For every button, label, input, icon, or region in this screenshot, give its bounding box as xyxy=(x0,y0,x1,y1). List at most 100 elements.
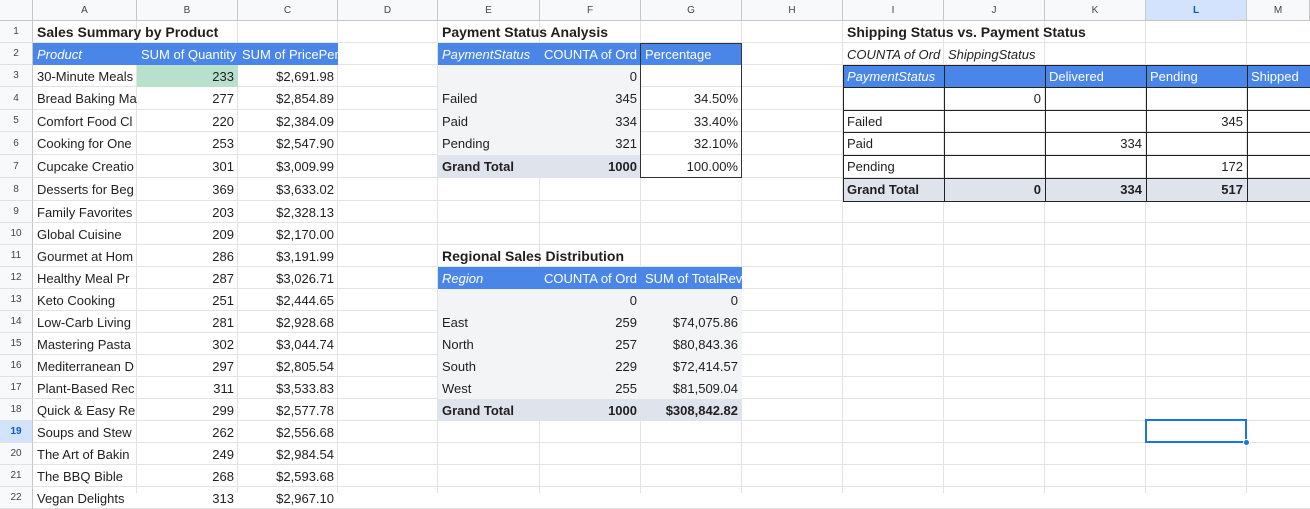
quantity-cell[interactable]: 302 xyxy=(137,333,238,355)
column-header-C[interactable]: C xyxy=(238,0,338,21)
row-header-9[interactable]: 9 xyxy=(0,201,33,223)
product-name-cell[interactable]: Keto Cooking xyxy=(33,289,137,311)
count-cell[interactable] xyxy=(944,110,1045,132)
quantity-cell[interactable]: 311 xyxy=(137,377,238,399)
pivot-header-delivered[interactable]: Delivered xyxy=(1045,65,1146,87)
count-cell[interactable]: 0 xyxy=(540,65,641,87)
row-header-11[interactable]: 11 xyxy=(0,245,33,267)
product-name-cell[interactable]: Quick & Easy Re xyxy=(33,399,137,421)
grand-total-count[interactable]: 334 xyxy=(1045,178,1146,201)
row-header-20[interactable]: 20 xyxy=(0,443,33,465)
payment-status-cell[interactable] xyxy=(843,87,944,110)
price-cell[interactable]: $3,191.99 xyxy=(238,245,338,267)
row-header-13[interactable]: 13 xyxy=(0,289,33,311)
selected-cell[interactable] xyxy=(1145,419,1247,443)
pivot-header-paymentstatus[interactable]: PaymentStatus xyxy=(438,43,540,65)
product-name-cell[interactable]: Healthy Meal Pr xyxy=(33,267,137,289)
price-cell[interactable]: $3,026.71 xyxy=(238,267,338,289)
row-header-6[interactable]: 6 xyxy=(0,132,33,155)
price-cell[interactable]: $3,044.74 xyxy=(238,333,338,355)
price-cell[interactable]: $2,928.68 xyxy=(238,311,338,333)
product-name-cell[interactable]: Gourmet at Hom xyxy=(33,245,137,267)
row-header-12[interactable]: 12 xyxy=(0,267,33,289)
count-cell[interactable] xyxy=(1247,155,1310,178)
price-cell[interactable]: $2,547.90 xyxy=(238,132,338,155)
region-cell[interactable]: South xyxy=(438,355,540,377)
quantity-cell[interactable]: 209 xyxy=(137,223,238,245)
product-name-cell[interactable]: Soups and Stew xyxy=(33,421,137,443)
column-header-F[interactable]: F xyxy=(540,0,641,21)
product-name-cell[interactable]: Plant-Based Rec xyxy=(33,377,137,399)
grand-total-count[interactable] xyxy=(1247,178,1310,201)
column-header-B[interactable]: B xyxy=(137,0,238,21)
row-header-15[interactable]: 15 xyxy=(0,333,33,355)
price-cell[interactable]: $2,170.00 xyxy=(238,223,338,245)
count-cell[interactable]: 229 xyxy=(540,355,641,377)
row-header-14[interactable]: 14 xyxy=(0,311,33,333)
quantity-cell[interactable]: 262 xyxy=(137,421,238,443)
price-cell[interactable]: $2,577.78 xyxy=(238,399,338,421)
row-header-4[interactable]: 4 xyxy=(0,87,33,110)
row-header-2[interactable]: 2 xyxy=(0,43,33,65)
payment-status-cell[interactable]: Pending xyxy=(438,132,540,155)
count-cell[interactable]: 0 xyxy=(540,289,641,311)
quantity-cell[interactable]: 251 xyxy=(137,289,238,311)
pivot-title[interactable]: Regional Sales Distribution xyxy=(438,245,742,267)
pivot-header-percentage[interactable]: Percentage xyxy=(641,43,742,65)
price-cell[interactable]: $3,633.02 xyxy=(238,178,338,201)
price-cell[interactable]: $3,533.83 xyxy=(238,377,338,399)
row-header-8[interactable]: 8 xyxy=(0,178,33,201)
product-name-cell[interactable]: Cupcake Creatio xyxy=(33,155,137,178)
quantity-cell[interactable]: 253 xyxy=(137,132,238,155)
revenue-cell[interactable]: $72,414.57 xyxy=(641,355,742,377)
grand-total-label[interactable]: Grand Total xyxy=(438,399,540,421)
row-header-22[interactable]: 22 xyxy=(0,487,33,509)
quantity-cell[interactable]: 297 xyxy=(137,355,238,377)
product-name-cell[interactable]: Bread Baking Ma xyxy=(33,87,137,110)
price-cell[interactable]: $2,556.68 xyxy=(238,421,338,443)
count-cell[interactable]: 345 xyxy=(1146,110,1247,132)
quantity-cell[interactable]: 277 xyxy=(137,87,238,110)
price-cell[interactable]: $3,009.99 xyxy=(238,155,338,178)
quantity-cell[interactable]: 287 xyxy=(137,267,238,289)
product-name-cell[interactable]: Comfort Food Cl xyxy=(33,110,137,132)
column-header-H[interactable]: H xyxy=(742,0,843,21)
payment-status-cell[interactable] xyxy=(438,65,540,87)
row-header-10[interactable]: 10 xyxy=(0,223,33,245)
percentage-cell[interactable]: 33.40% xyxy=(641,110,742,132)
price-cell[interactable]: $2,691.98 xyxy=(238,65,338,87)
count-cell[interactable] xyxy=(1045,87,1146,110)
quantity-cell[interactable]: 268 xyxy=(137,465,238,487)
grand-total-percentage[interactable]: 100.00% xyxy=(641,155,742,178)
count-cell[interactable] xyxy=(1146,87,1247,110)
product-name-cell[interactable]: Mastering Pasta xyxy=(33,333,137,355)
count-cell[interactable] xyxy=(944,132,1045,155)
pivot-title[interactable]: Sales Summary by Product xyxy=(33,21,338,43)
count-cell[interactable] xyxy=(1247,87,1310,110)
quantity-cell[interactable]: 369 xyxy=(137,178,238,201)
grand-total-count[interactable]: 517 xyxy=(1146,178,1247,201)
count-cell[interactable]: 257 xyxy=(540,333,641,355)
price-cell[interactable]: $2,805.54 xyxy=(238,355,338,377)
column-header-E[interactable]: E xyxy=(438,0,540,21)
revenue-cell[interactable]: 0 xyxy=(641,289,742,311)
quantity-cell[interactable]: 299 xyxy=(137,399,238,421)
product-name-cell[interactable]: 30-Minute Meals xyxy=(33,65,137,87)
count-cell[interactable]: 255 xyxy=(540,377,641,399)
count-cell[interactable]: 334 xyxy=(1045,132,1146,155)
revenue-cell[interactable]: $81,509.04 xyxy=(641,377,742,399)
column-header-K[interactable]: K xyxy=(1045,0,1146,21)
percentage-cell[interactable]: 34.50% xyxy=(641,87,742,110)
product-name-cell[interactable]: The BBQ Bible xyxy=(33,465,137,487)
price-cell[interactable]: $2,328.13 xyxy=(238,201,338,223)
price-cell[interactable]: $2,444.65 xyxy=(238,289,338,311)
corner-cell[interactable] xyxy=(0,0,33,21)
pivot-columns-label[interactable]: ShippingStatus xyxy=(944,43,1045,65)
quantity-cell[interactable]: 281 xyxy=(137,311,238,333)
price-cell[interactable]: $2,854.89 xyxy=(238,87,338,110)
grand-total-count[interactable]: 1000 xyxy=(540,155,641,178)
revenue-cell[interactable]: $80,843.36 xyxy=(641,333,742,355)
product-name-cell[interactable]: Desserts for Beg xyxy=(33,178,137,201)
column-header-M[interactable]: M xyxy=(1247,0,1310,21)
row-header-3[interactable]: 3 xyxy=(0,65,33,87)
